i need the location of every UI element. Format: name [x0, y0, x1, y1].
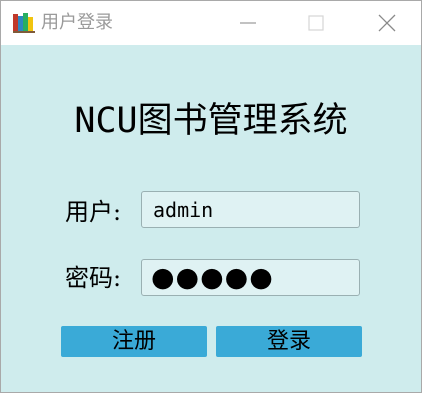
minimize-icon[interactable]: [225, 1, 271, 45]
window-title: 用户登录: [41, 12, 113, 33]
username-value: admin: [153, 198, 214, 222]
password-masked-value: ●●●●●: [151, 262, 274, 293]
username-label: 用户:: [65, 198, 122, 226]
password-field[interactable]: ●●●●●: [141, 259, 360, 296]
login-window: 用户登录 NCU图书管理系统 用户: admin 密码: ●●●●● 注册 登录: [0, 0, 422, 393]
books-icon: [13, 13, 35, 33]
username-field[interactable]: admin: [141, 191, 360, 228]
register-button[interactable]: 注册: [61, 326, 207, 357]
maximize-icon[interactable]: [293, 1, 339, 45]
close-icon[interactable]: [363, 1, 409, 45]
login-button[interactable]: 登录: [216, 326, 362, 357]
system-title: NCU图书管理系统: [74, 101, 348, 141]
password-label: 密码:: [65, 264, 122, 292]
title-bar: 用户登录: [1, 1, 421, 45]
